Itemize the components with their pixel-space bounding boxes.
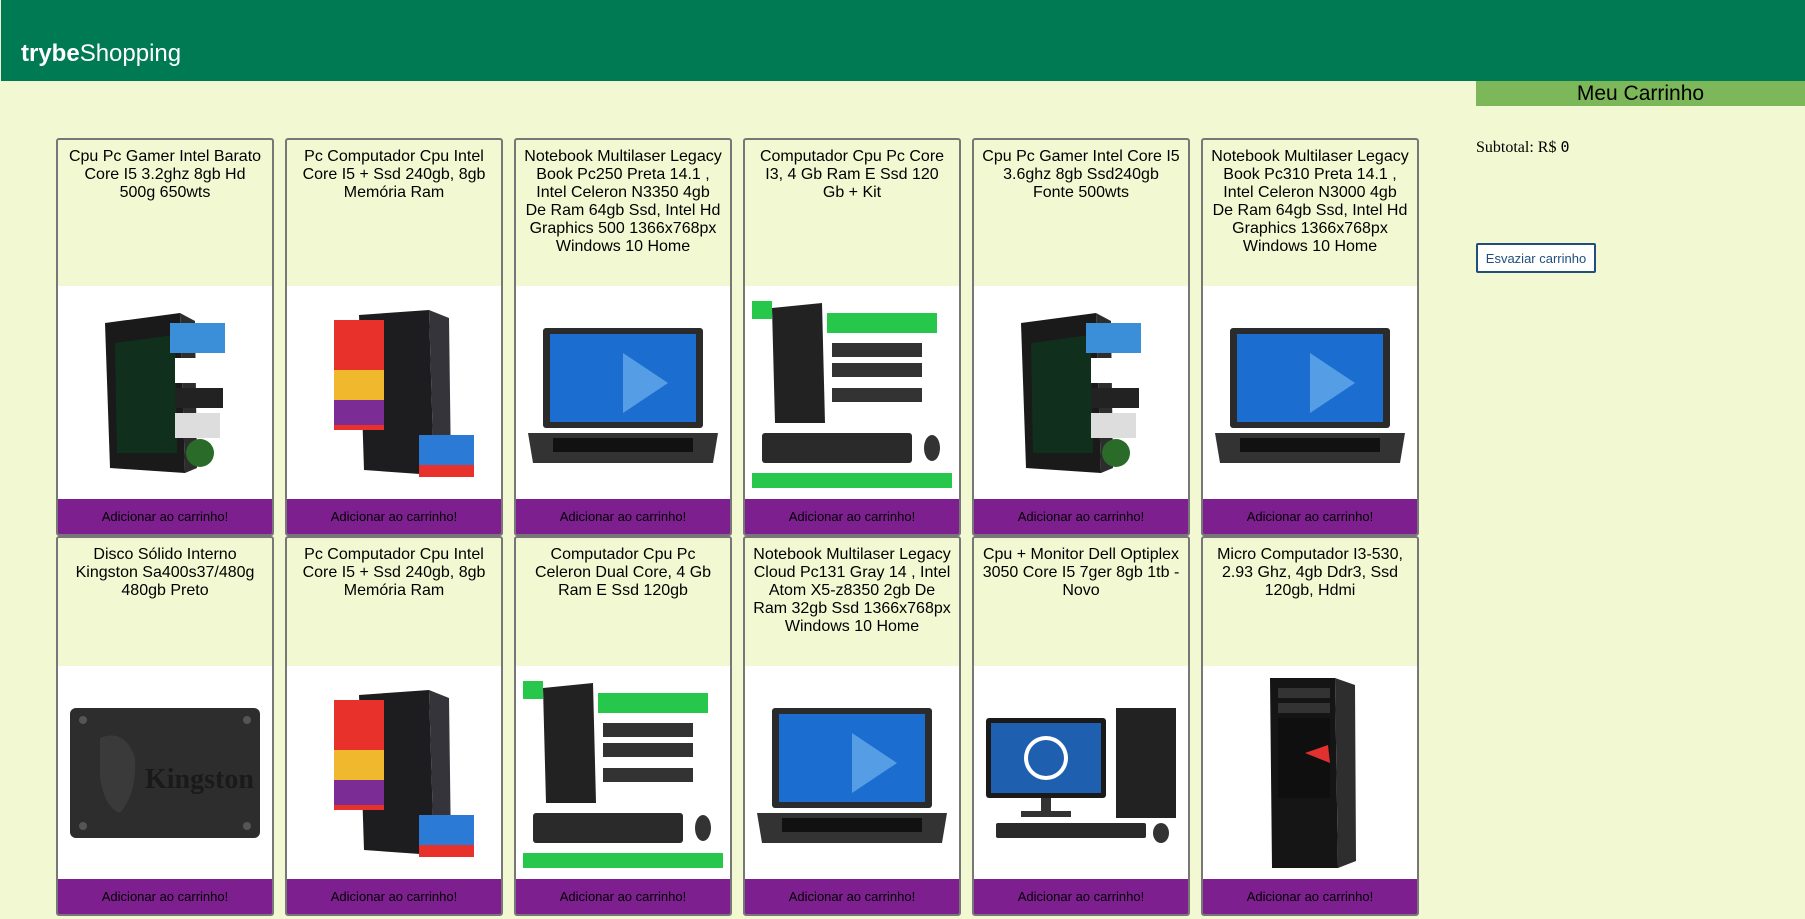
top-header: trybeShopping (1, 0, 1805, 81)
add-to-cart-button[interactable]: Adicionar ao carrinho! (974, 499, 1188, 534)
promo-tower-icon (287, 666, 501, 879)
product-card: Cpu + Monitor Dell Optiplex 3050 Core I5… (972, 536, 1190, 916)
product-title: Disco Sólido Interno Kingston Sa400s37/4… (75, 546, 255, 599)
product-card: Cpu Pc Gamer Intel Core I5 3.6ghz 8gb Ss… (972, 138, 1190, 536)
product-title: Notebook Multilaser Legacy Book Pc310 Pr… (1211, 148, 1409, 255)
logo-rest: Shopping (79, 40, 182, 67)
tower-kit-icon (745, 286, 959, 499)
add-to-cart-button[interactable]: Adicionar ao carrinho! (58, 499, 272, 534)
add-to-cart-button[interactable]: Adicionar ao carrinho! (58, 879, 272, 914)
subtotal-label: Subtotal: R$ (1476, 139, 1557, 156)
add-to-cart-button[interactable]: Adicionar ao carrinho! (516, 499, 730, 534)
gamer-tower-icon (974, 286, 1188, 499)
product-title: Pc Computador Cpu Intel Core I5 + Ssd 24… (302, 148, 486, 201)
product-card: Notebook Multilaser Legacy Cloud Pc131 G… (743, 536, 961, 916)
product-card: Disco Sólido Interno Kingston Sa400s37/4… (56, 536, 274, 916)
product-title: Notebook Multilaser Legacy Cloud Pc131 G… (753, 546, 951, 635)
gamer-tower-icon (58, 286, 272, 499)
add-to-cart-button[interactable]: Adicionar ao carrinho! (974, 879, 1188, 914)
laptop-icon (1203, 286, 1417, 499)
product-card: Pc Computador Cpu Intel Core I5 + Ssd 24… (285, 536, 503, 916)
product-title: Computador Cpu Pc Celeron Dual Core, 4 G… (534, 546, 712, 599)
desktop-monitor-icon (974, 666, 1188, 879)
add-to-cart-button[interactable]: Adicionar ao carrinho! (1203, 879, 1417, 914)
product-card: Notebook Multilaser Legacy Book Pc310 Pr… (1201, 138, 1419, 536)
product-title: Notebook Multilaser Legacy Book Pc250 Pr… (524, 148, 722, 255)
cart-title: Meu Carrinho (1476, 81, 1805, 106)
cart-panel: Meu Carrinho Subtotal: R$ 0 Esvaziar car… (1476, 81, 1805, 273)
svg-text:Kingston: Kingston (145, 764, 254, 795)
promo-tower-icon (287, 286, 501, 499)
subtotal-value: 0 (1560, 138, 1570, 156)
product-card: Pc Computador Cpu Intel Core I5 + Ssd 24… (285, 138, 503, 536)
logo: trybeShopping (21, 40, 181, 68)
product-title: Cpu Pc Gamer Intel Core I5 3.6ghz 8gb Ss… (982, 148, 1180, 201)
logo-bold: trybe (21, 40, 80, 67)
cart-subtotal: Subtotal: R$ 0 (1476, 138, 1569, 157)
product-card: Cpu Pc Gamer Intel Barato Core I5 3.2ghz… (56, 138, 274, 536)
add-to-cart-button[interactable]: Adicionar ao carrinho! (516, 879, 730, 914)
empty-cart-button[interactable]: Esvaziar carrinho (1476, 243, 1596, 273)
laptop-icon (516, 286, 730, 499)
add-to-cart-button[interactable]: Adicionar ao carrinho! (1203, 499, 1417, 534)
product-card: Notebook Multilaser Legacy Book Pc250 Pr… (514, 138, 732, 536)
product-title: Computador Cpu Pc Core I3, 4 Gb Ram E Ss… (759, 148, 945, 201)
product-title: Cpu Pc Gamer Intel Barato Core I5 3.2ghz… (68, 148, 262, 201)
product-title: Pc Computador Cpu Intel Core I5 + Ssd 24… (302, 546, 486, 599)
product-title: Micro Computador I3-530, 2.93 Ghz, 4gb D… (1217, 546, 1403, 599)
product-card: Computador Cpu Pc Core I3, 4 Gb Ram E Ss… (743, 138, 961, 536)
add-to-cart-button[interactable]: Adicionar ao carrinho! (745, 879, 959, 914)
add-to-cart-button[interactable]: Adicionar ao carrinho! (287, 879, 501, 914)
ssd-icon: Kingston (58, 666, 272, 879)
laptop-icon (745, 666, 959, 879)
tower-kit-icon (516, 666, 730, 879)
product-title: Cpu + Monitor Dell Optiplex 3050 Core I5… (982, 546, 1180, 599)
add-to-cart-button[interactable]: Adicionar ao carrinho! (287, 499, 501, 534)
tower-icon (1203, 666, 1417, 879)
product-card: Micro Computador I3-530, 2.93 Ghz, 4gb D… (1201, 536, 1419, 916)
add-to-cart-button[interactable]: Adicionar ao carrinho! (745, 499, 959, 534)
product-card: Computador Cpu Pc Celeron Dual Core, 4 G… (514, 536, 732, 916)
